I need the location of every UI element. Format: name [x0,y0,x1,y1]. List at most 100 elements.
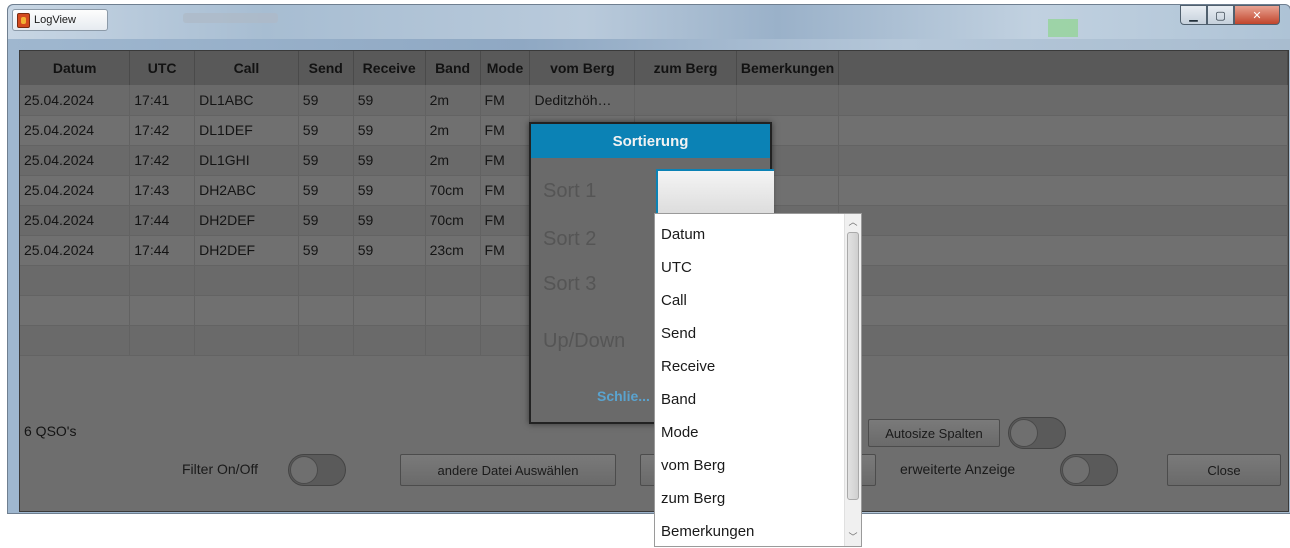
maximize-button[interactable]: ▢ [1207,5,1234,25]
option-receive[interactable]: Receive [655,350,861,383]
sort1-label: Sort 1 [543,180,597,202]
column-header-receive[interactable]: Receive [353,51,426,85]
table-cell: 23cm [425,235,481,266]
table-cell: 25.04.2024 [20,175,131,206]
hidden-button-right[interactable] [860,454,876,486]
dialog-close-link[interactable]: Schlie... [597,388,650,404]
table-cell: 17:44 [129,235,196,266]
extended-view-toggle[interactable] [1060,454,1118,486]
background-decoration [1048,19,1078,37]
option-call[interactable]: Call [655,284,861,317]
window-title-tab: LogView [12,9,108,31]
column-header-band[interactable]: Band [425,51,481,85]
table-cell-filler [838,235,1288,266]
option-utc[interactable]: UTC [655,251,861,284]
sort1-dropdown-list: Datum UTC Call Send Receive Band Mode vo… [654,213,862,547]
table-cell [129,265,196,296]
table-cell [129,325,196,356]
app-icon [17,12,30,28]
table-cell: FM [480,145,531,176]
choose-other-file-button[interactable]: andere Datei Auswählen [400,454,616,486]
table-cell [194,325,299,356]
scroll-thumb[interactable] [847,232,859,500]
table-cell: DH2DEF [194,235,299,266]
table-cell [425,325,481,356]
close-icon: ✕ [1252,9,1262,22]
table-cell: 59 [353,145,426,176]
table-cell-filler [838,295,1288,326]
title-bar[interactable]: LogView ▁ ▢ ✕ [8,5,1290,39]
table-cell [425,265,481,296]
table-cell [298,325,354,356]
minimize-icon: ▁ [1189,9,1198,22]
column-header-mode[interactable]: Mode [480,51,531,85]
table-cell: 25.04.2024 [20,115,131,146]
dropdown-scrollbar[interactable]: ︿ ﹀ [844,214,861,546]
table-cell: 2m [425,85,481,116]
table-cell: 2m [425,115,481,146]
table-cell: 17:43 [129,175,196,206]
autosize-columns-button[interactable]: Autosize Spalten [868,419,1000,447]
table-cell: 59 [298,85,354,116]
table-cell [634,85,737,116]
minimize-button[interactable]: ▁ [1180,5,1207,25]
table-cell: 59 [298,175,354,206]
table-cell: 59 [353,115,426,146]
table-cell: 17:41 [129,85,196,116]
option-vom-berg[interactable]: vom Berg [655,449,861,482]
window-title: LogView [34,14,76,26]
option-mode[interactable]: Mode [655,416,861,449]
column-header-utc[interactable]: UTC [129,51,196,85]
table-cell [298,265,354,296]
table-cell: FM [480,85,531,116]
option-band[interactable]: Band [655,383,861,416]
table-cell [129,295,196,326]
scroll-down-icon[interactable]: ﹀ [845,529,861,546]
close-button[interactable]: Close [1167,454,1281,486]
scroll-up-icon[interactable]: ︿ [845,214,861,231]
table-cell: FM [480,115,531,146]
column-header-call[interactable]: Call [194,51,299,85]
sort1-combobox[interactable] [656,169,774,217]
extended-view-label: erweiterte Anzeige [900,461,1016,477]
table-cell [480,295,531,326]
column-header-datum[interactable]: Datum [20,51,131,85]
table-cell: 17:42 [129,145,196,176]
table-cell [353,295,426,326]
option-bemerkungen[interactable]: Bemerkungen [655,515,861,548]
table-cell: 25.04.2024 [20,145,131,176]
updown-label: Up/Down [543,330,626,352]
table-cell-filler [838,205,1288,236]
table-cell: Deditzhöh… [529,85,636,116]
table-cell: 59 [298,115,354,146]
table-cell: 17:42 [129,115,196,146]
table-cell: FM [480,205,531,236]
table-cell: 25.04.2024 [20,235,131,266]
table-cell: 59 [353,175,426,206]
table-cell: FM [480,175,531,206]
column-header-send[interactable]: Send [298,51,354,85]
autosize-toggle[interactable] [1008,417,1066,449]
sort1-options: Datum UTC Call Send Receive Band Mode vo… [655,214,861,548]
option-zum-berg[interactable]: zum Berg [655,482,861,515]
table-cell: DL1ABC [194,85,299,116]
column-header-zum-berg[interactable]: zum Berg [634,51,737,85]
table-cell: FM [480,235,531,266]
window-controls: ▁ ▢ ✕ [1180,5,1280,25]
table-row[interactable]: 25.04.2024 17:41 DL1ABC 59 59 2m FM Deditzhöh… [20,85,1288,116]
filter-toggle[interactable] [288,454,346,486]
table-cell [298,295,354,326]
table-cell: 17:44 [129,205,196,236]
column-header-vom-berg[interactable]: vom Berg [529,51,636,85]
column-header-bemerkungen[interactable]: Bemerkungen [736,51,840,85]
table-cell: DH2DEF [194,205,299,236]
table-cell: 59 [298,145,354,176]
extended-view-toggle-knob [1062,456,1090,484]
table-cell [736,85,840,116]
close-window-button[interactable]: ✕ [1234,5,1280,25]
option-datum[interactable]: Datum [655,218,861,251]
autosize-toggle-knob [1010,419,1038,447]
option-send[interactable]: Send [655,317,861,350]
table-cell [20,295,131,326]
sort-dialog-title: Sortierung [531,124,770,158]
